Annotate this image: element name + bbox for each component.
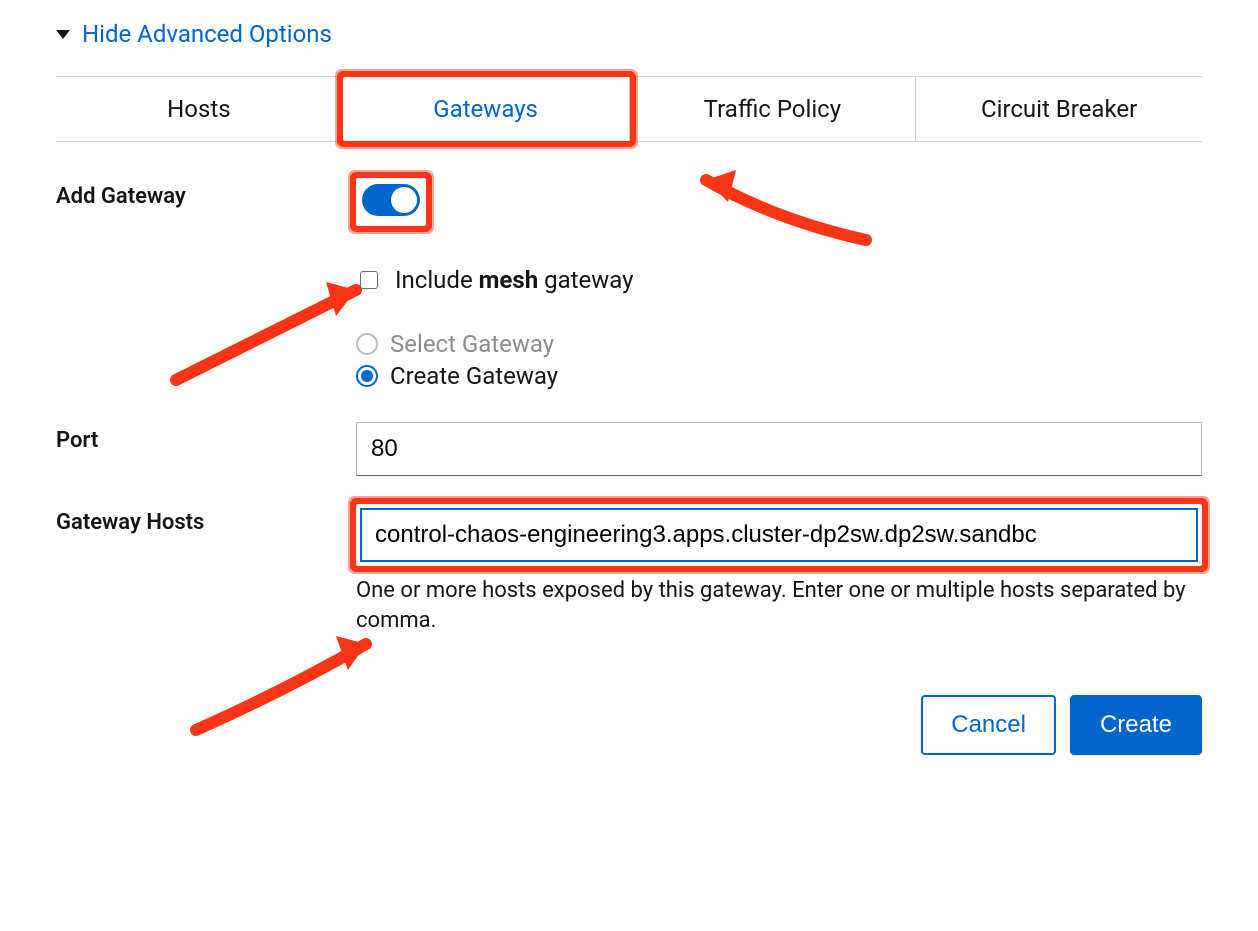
tab-hosts[interactable]: Hosts: [56, 77, 343, 141]
toggle-knob-icon: [391, 187, 417, 213]
create-button[interactable]: Create: [1070, 695, 1202, 755]
select-gateway-radio: [356, 333, 378, 355]
annotation-arrow-icon: [656, 160, 886, 250]
cancel-button[interactable]: Cancel: [921, 695, 1056, 755]
tab-circuit-breaker[interactable]: Circuit Breaker: [916, 77, 1202, 141]
port-label: Port: [56, 422, 356, 453]
gateway-hosts-input[interactable]: [360, 508, 1198, 562]
hide-advanced-toggle[interactable]: Hide Advanced Options: [56, 20, 1202, 48]
port-input[interactable]: [356, 422, 1202, 476]
gateway-hosts-label: Gateway Hosts: [56, 504, 356, 535]
hide-advanced-label: Hide Advanced Options: [82, 20, 332, 48]
tab-bar: Hosts Gateways Traffic Policy Circuit Br…: [56, 76, 1202, 142]
chevron-down-icon: [56, 30, 70, 39]
annotation-arrow-icon: [176, 620, 406, 740]
gateway-hosts-help: One or more hosts exposed by this gatewa…: [356, 576, 1202, 635]
include-mesh-label: Include mesh gateway: [395, 266, 634, 294]
tab-gateways[interactable]: Gateways: [343, 77, 630, 141]
add-gateway-label: Add Gateway: [56, 178, 356, 209]
create-gateway-radio[interactable]: [356, 365, 378, 387]
create-gateway-label: Create Gateway: [390, 362, 558, 390]
select-gateway-label: Select Gateway: [390, 330, 554, 358]
annotation-arrow-icon: [156, 270, 386, 390]
add-gateway-toggle[interactable]: [362, 184, 420, 216]
tab-traffic-policy[interactable]: Traffic Policy: [630, 77, 917, 141]
